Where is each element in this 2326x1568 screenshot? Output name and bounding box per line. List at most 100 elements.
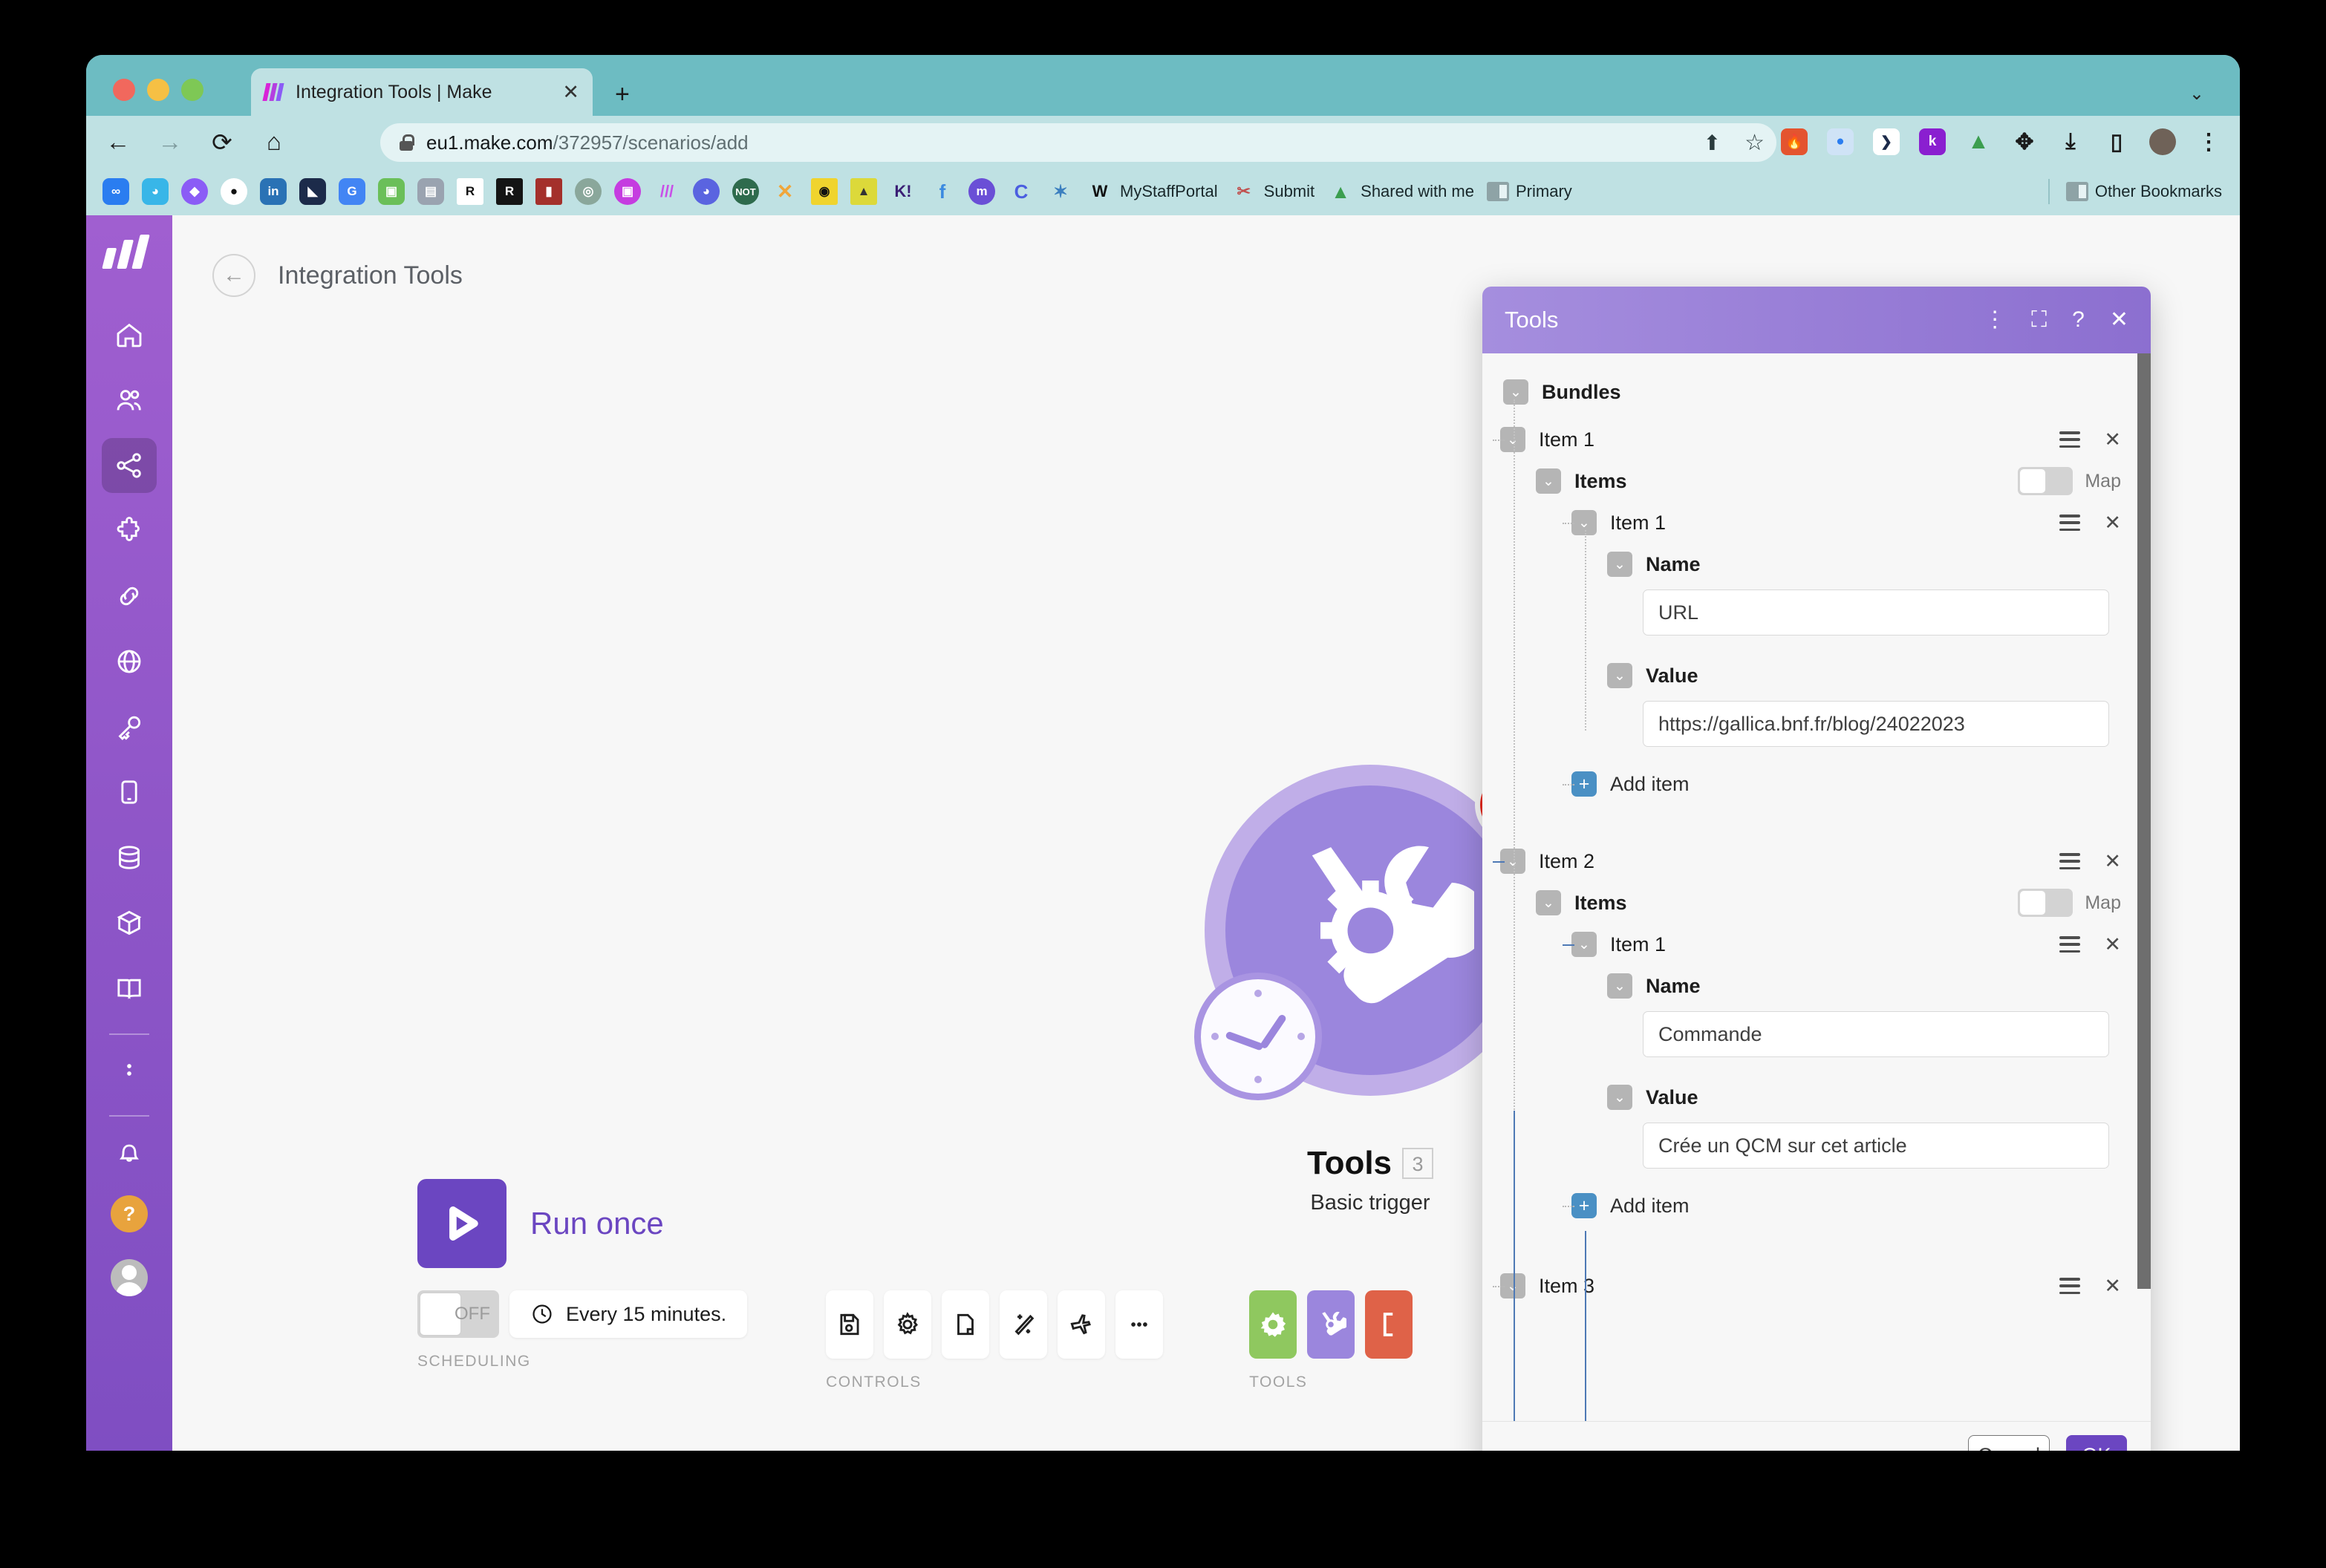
reorder-handle-icon[interactable] [2059,431,2081,448]
chevron-down-icon[interactable]: ⌄ [1536,890,1561,915]
chevron-down-icon[interactable]: ⌄ [1571,932,1597,957]
new-tab-button[interactable]: + [615,82,630,107]
remove-icon[interactable]: ✕ [2104,429,2121,450]
bookmark-slides-icon[interactable]: ▤ [417,178,444,205]
tree-row-name-1[interactable]: ⌄ Name [1482,543,2151,585]
chrome-menu-icon[interactable]: ⋮ [2195,128,2222,155]
bookmark-x-colored-icon[interactable]: ✕ [772,178,798,205]
dark-chevron-ext-icon[interactable]: ❯ [1873,128,1900,155]
sidebar-item-team[interactable] [102,373,157,428]
plus-icon[interactable]: + [1571,771,1597,797]
bookmark-yellow-bird-icon[interactable]: ▲ [850,178,877,205]
run-once-button[interactable] [417,1179,506,1268]
bookmark-shared-with-me[interactable]: ▲ Shared with me [1327,178,1474,205]
bookmark-mystaffportal[interactable]: W MyStaffPortal [1087,178,1218,205]
browser-tab[interactable]: Integration Tools | Make ✕ [251,68,593,116]
back-button[interactable]: ← [98,122,138,162]
sidebar-item-webhooks[interactable] [102,634,157,689]
window-minimize-button[interactable] [147,79,169,101]
tree-row-item-2[interactable]: ⌄ Item 2 ✕ [1482,840,2151,882]
window-zoom-button[interactable] [181,79,203,101]
reorder-handle-icon[interactable] [2059,853,2081,869]
notes-button[interactable] [942,1290,990,1359]
bookmark-notion-icon[interactable]: NOT [732,178,759,205]
bookmark-onedrive-icon[interactable]: ◕ [142,178,169,205]
sidebar-item-data-structures[interactable] [102,895,157,950]
plus-icon[interactable]: + [1571,1193,1597,1218]
bookmark-google-icon[interactable]: G [339,178,365,205]
run-once-label[interactable]: Run once [530,1206,664,1241]
sidebar-item-connections[interactable] [102,569,157,624]
puzzle-ext-icon[interactable]: ✥ [2011,128,2038,155]
tree-row-item-3[interactable]: ⌄ Item 3 ✕ [1482,1265,2151,1307]
map-switch[interactable] [2018,467,2073,495]
bookmark-wand-icon[interactable]: ✶ [1047,178,1074,205]
sidebar-item-home[interactable] [102,307,157,362]
sidepanel-ext-icon[interactable]: ▯ [2103,128,2130,155]
bookmark-submit[interactable]: ✂ Submit [1231,178,1315,205]
sidebar-item-keys[interactable] [102,699,157,754]
other-bookmarks-button[interactable]: Other Bookmarks [2065,182,2222,201]
map-switch[interactable] [2018,889,2073,917]
back-to-scenarios-button[interactable]: ← [212,254,255,297]
bookmark-shield-icon[interactable]: ◣ [299,178,326,205]
bookmark-discord-icon[interactable]: ◕ [693,178,720,205]
tree-row-value-2[interactable]: ⌄ Value [1482,1077,2151,1118]
name-input[interactable]: URL [1643,589,2109,636]
bookmark-infinity-icon[interactable]: ∞ [102,178,129,205]
bookmark-canva-icon[interactable]: C [1008,178,1035,205]
tree-row-value-1[interactable]: ⌄ Value [1482,655,2151,696]
map-toggle[interactable]: Map [2018,467,2151,495]
text-parser-tool-button[interactable] [1365,1290,1413,1359]
close-icon[interactable]: ✕ [2110,309,2128,331]
bookmark-red-book-icon[interactable]: ▮ [535,178,562,205]
reorder-handle-icon[interactable] [2059,514,2081,531]
bookmark-github-icon[interactable]: ● [221,178,247,205]
chevron-down-icon[interactable]: ⌄ [1536,468,1561,494]
sidebar-item-notifications[interactable] [102,1124,157,1179]
forward-button[interactable]: → [150,122,190,162]
bookmark-star-icon[interactable]: ☆ [1744,130,1765,156]
sidebar-item-more[interactable] [102,1042,157,1097]
expand-icon[interactable]: ⛶ [2031,309,2047,331]
ok-button[interactable]: OK [2066,1434,2127,1451]
bookmark-make-icon[interactable]: /// [654,178,680,205]
chevron-down-icon[interactable]: ⌄ [1607,552,1632,577]
bookmark-r-black-icon[interactable]: R [496,178,523,205]
chevron-down-icon[interactable]: ⌄ [1607,1085,1632,1110]
drive-ext-icon[interactable]: ▲ [1965,128,1992,155]
bookmark-frog-icon[interactable]: ▣ [378,178,405,205]
dialog-body[interactable]: ⌄ Bundles ⌄ Item 1 ✕ ⌄ Items Map ⌄ Item … [1482,353,2151,1421]
value-input[interactable]: Crée un QCM sur cet article [1643,1123,2109,1169]
map-toggle[interactable]: Map [2018,889,2151,917]
tree-row-item-2-child-1[interactable]: ⌄ Item 1 ✕ [1482,924,2151,965]
reorder-handle-icon[interactable] [2059,936,2081,953]
sidebar-item-scenarios[interactable] [102,438,157,493]
tree-row-item-1-child-1[interactable]: ⌄ Item 1 ✕ [1482,502,2151,543]
help-button[interactable]: ? [111,1195,148,1232]
name-input[interactable]: Commande [1643,1011,2109,1057]
share-icon[interactable]: ⬆ [1704,131,1721,155]
tools-module-node[interactable]: 1 [1194,765,1549,1100]
schedule-interval-button[interactable]: Every 15 minutes. [509,1290,748,1338]
value-input[interactable]: https://gallica.bnf.fr/blog/24022023 [1643,701,2109,747]
chevron-down-icon[interactable]: ⌄ [2189,83,2204,105]
window-close-button[interactable] [113,79,135,101]
home-button[interactable]: ⌂ [254,122,294,162]
bookmark-obsidian-icon[interactable]: ◆ [181,178,208,205]
tree-row-item-1[interactable]: ⌄ Item 1 ✕ [1482,419,2151,460]
sidebar-item-templates[interactable] [102,503,157,558]
bookmark-primary-folder[interactable]: Primary [1487,182,1572,201]
bookmark-facebook-icon[interactable]: f [929,178,956,205]
chevron-down-icon[interactable]: ⌄ [1571,510,1597,535]
bookmark-mastodon-icon[interactable]: m [968,178,995,205]
chevron-down-icon[interactable]: ⌄ [1503,379,1528,405]
sidebar-item-data-stores[interactable] [102,830,157,885]
remove-icon[interactable]: ✕ [2104,1275,2121,1296]
auto-align-button[interactable] [1000,1290,1048,1359]
chevron-down-icon[interactable]: ⌄ [1607,973,1632,999]
remove-icon[interactable]: ✕ [2104,512,2121,533]
reload-button[interactable]: ⟳ [202,122,242,162]
fireshot-ext-icon[interactable]: 🔥 [1781,128,1808,155]
bookmark-yellow-eye-icon[interactable]: ◉ [811,178,838,205]
